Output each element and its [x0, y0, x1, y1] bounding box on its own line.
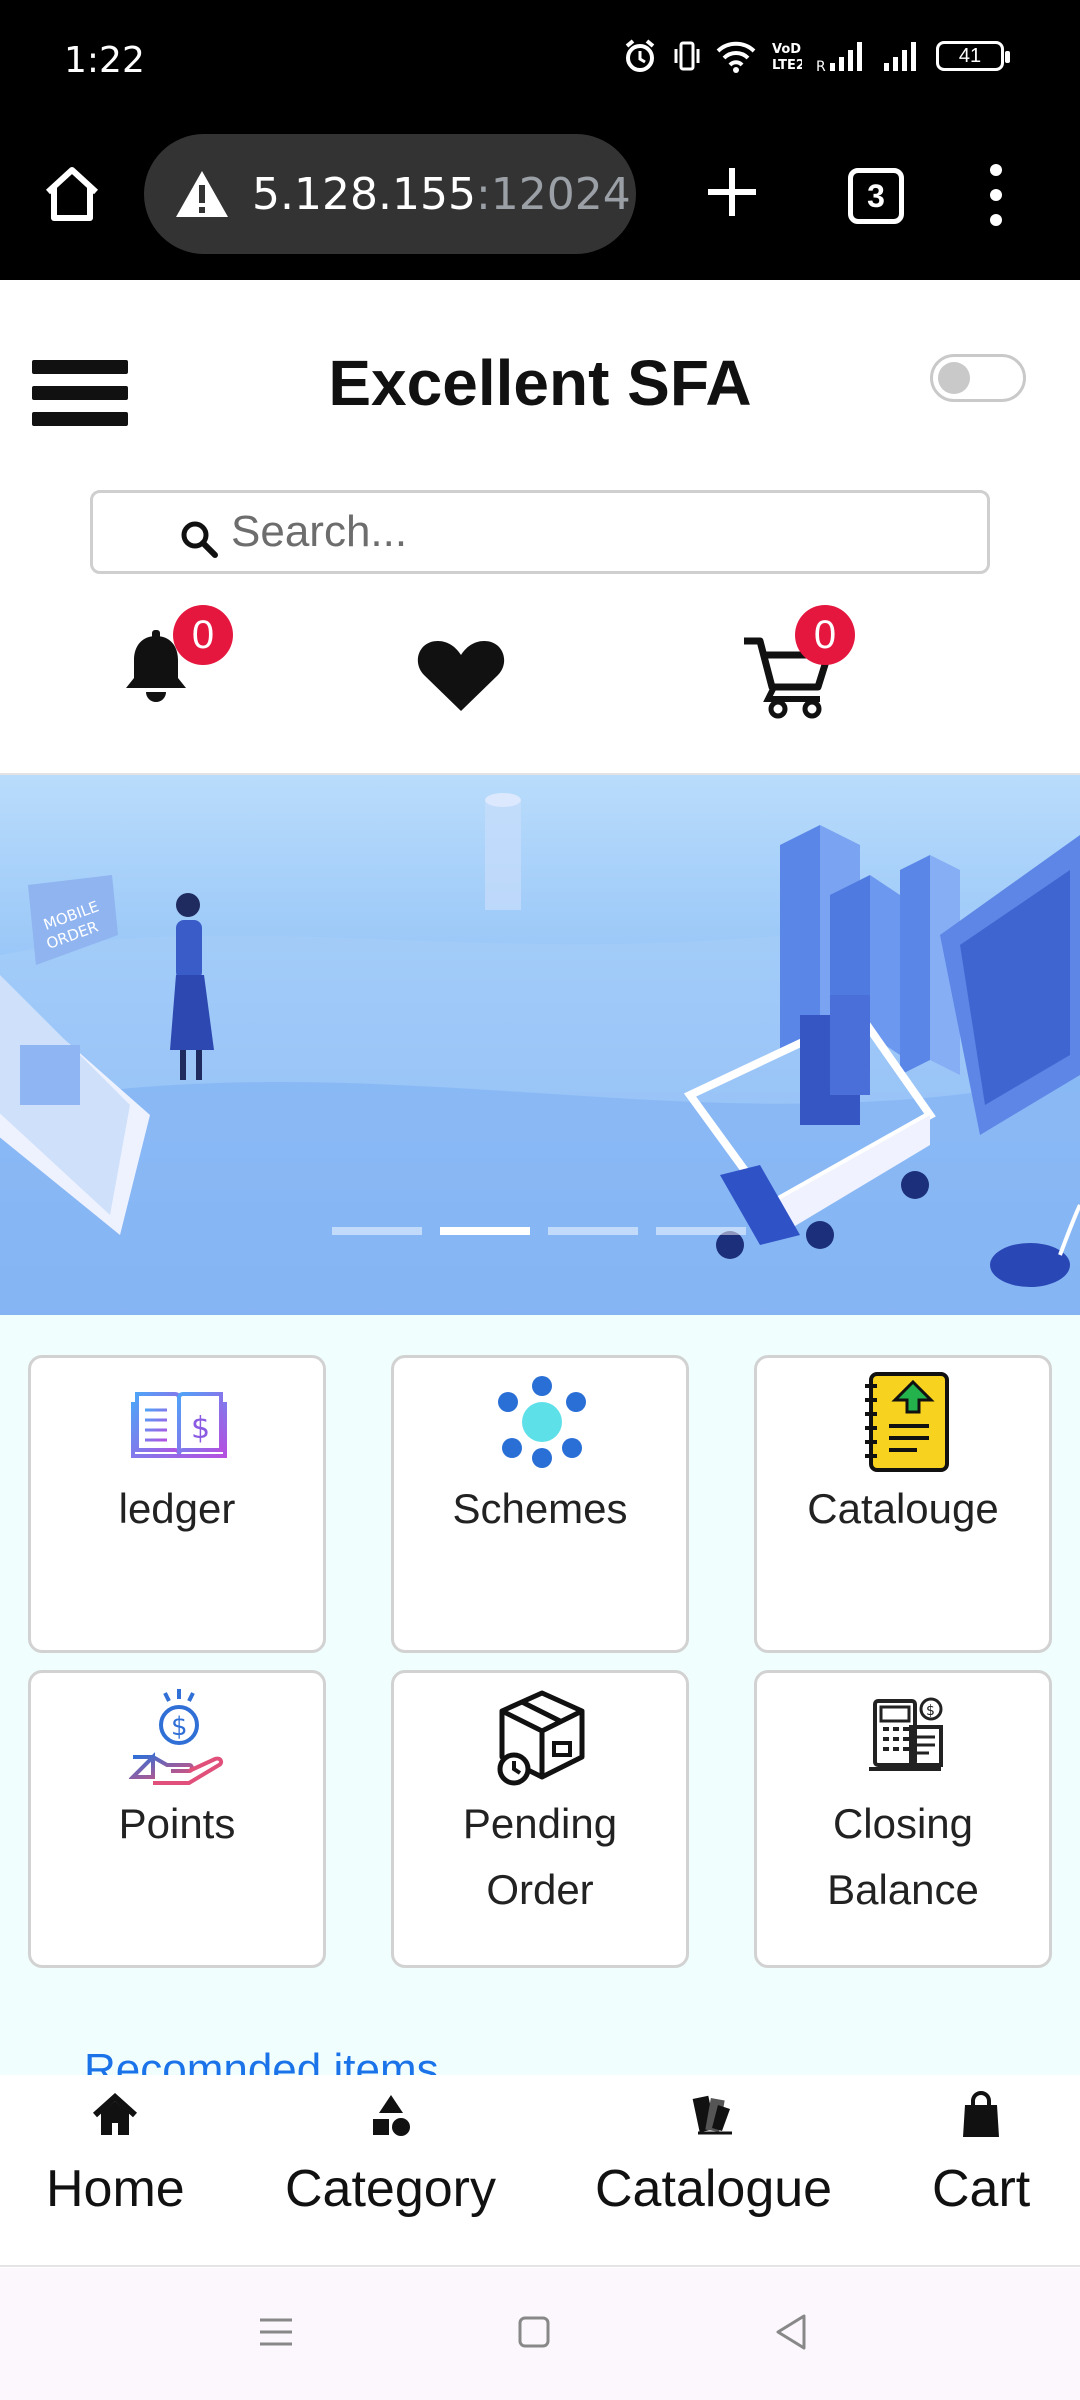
svg-text:$: $ — [926, 1703, 935, 1719]
browser-toolbar: 5.128.155:12024 3 — [0, 120, 1080, 280]
closing-balance-register-icon: $ — [869, 1697, 943, 1771]
status-bar: 1:22 VoD LTE2 R 41 — [0, 0, 1080, 120]
promo-banner-carousel[interactable]: MOBILE ORDER — [0, 775, 1080, 1315]
signal-1-icon: R — [816, 42, 862, 73]
nav-label: Home — [46, 2160, 185, 2218]
nav-category[interactable]: Category — [285, 2091, 496, 2219]
catalogue-icon — [692, 2095, 732, 2135]
nav-label: Catalogue — [595, 2160, 833, 2218]
feature-grid: $ ledger Schemes Catalouge $ Points Pend… — [0, 1315, 1080, 2094]
cart-count-badge: 0 — [795, 605, 855, 665]
shopping-bag-icon — [963, 2091, 1000, 2137]
recents-menu-icon[interactable] — [252, 2308, 300, 2356]
status-time: 1:22 — [64, 40, 145, 81]
theme-toggle[interactable] — [930, 354, 1026, 402]
new-tab-icon[interactable] — [700, 160, 764, 224]
toggle-knob — [938, 362, 970, 394]
bottom-navigation: Home Category Catalogue Cart — [0, 2075, 1080, 2267]
svg-text:R: R — [816, 59, 826, 73]
tile-label: Closing Balance — [757, 1791, 1049, 1923]
alarm-icon — [625, 39, 655, 72]
category-shapes-icon — [372, 2095, 410, 2136]
browser-home-icon[interactable] — [40, 162, 104, 226]
signal-2-icon — [884, 42, 916, 71]
nav-catalogue[interactable]: Catalogue — [595, 2091, 832, 2219]
tile-label: Catalouge — [807, 1485, 999, 1532]
search-icon — [181, 521, 218, 558]
svg-text:VoD: VoD — [772, 42, 801, 57]
quick-icons-row: 0 0 — [0, 605, 1080, 725]
catalogue-notebook-icon — [865, 1372, 949, 1472]
carousel-dot[interactable] — [548, 1227, 638, 1235]
wishlist-heart-icon[interactable] — [416, 635, 506, 715]
tile-label-line2: Order — [486, 1866, 594, 1913]
svg-text:$: $ — [191, 1411, 210, 1446]
tile-label-line2: Balance — [827, 1866, 979, 1913]
tab-switcher-button[interactable]: 3 — [848, 168, 904, 224]
carousel-dot-active[interactable] — [440, 1227, 530, 1235]
schemes-network-icon — [498, 1376, 586, 1468]
nav-home[interactable]: Home — [46, 2091, 185, 2219]
volte-icon: VoDLTE2 — [772, 42, 802, 73]
ledger-book-icon: $ — [131, 1392, 227, 1458]
more-menu-icon[interactable] — [978, 160, 1014, 230]
search-input[interactable] — [231, 507, 931, 557]
url-host: 5.128.155 — [252, 168, 476, 220]
svg-text:LTE2: LTE2 — [772, 58, 802, 73]
tile-label: ledger — [118, 1485, 236, 1532]
system-home-icon[interactable] — [510, 2308, 558, 2356]
tile-pending-order[interactable]: Pending Order — [391, 1670, 689, 1968]
tile-label: Schemes — [452, 1485, 628, 1532]
pending-order-box-icon — [497, 1690, 585, 1786]
home-icon — [93, 2092, 138, 2135]
vibrate-icon — [674, 41, 700, 71]
address-bar[interactable]: 5.128.155:12024 — [144, 134, 636, 254]
warning-icon — [176, 171, 228, 217]
tile-label-line1: Pending — [462, 1800, 618, 1847]
tile-closing-balance[interactable]: $ Closing Balance — [754, 1670, 1052, 1968]
carousel-dot[interactable] — [332, 1227, 422, 1235]
points-coin-hand-icon: $ — [129, 1689, 224, 1785]
notification-count-badge: 0 — [173, 605, 233, 665]
nav-label: Category — [285, 2160, 496, 2218]
tile-schemes[interactable]: Schemes — [391, 1355, 689, 1653]
tile-label: Points — [118, 1800, 236, 1847]
system-back-icon[interactable] — [768, 2308, 816, 2356]
search-box[interactable] — [90, 490, 990, 574]
url-text: 5.128.155:12024 — [252, 169, 631, 220]
tile-label-line1: Closing — [832, 1800, 974, 1847]
wifi-icon — [716, 41, 756, 73]
app-header: Excellent SFA 0 0 — [0, 280, 1080, 775]
svg-text:$: $ — [171, 1712, 188, 1742]
status-icons: VoD LTE2 R 41 — [622, 38, 1010, 74]
url-port: :12024 — [475, 168, 631, 220]
tile-label: Pending Order — [394, 1791, 686, 1923]
carousel-indicators — [332, 1227, 746, 1235]
nav-label: Cart — [932, 2160, 1031, 2218]
tile-ledger[interactable]: $ ledger — [28, 1355, 326, 1653]
tile-catalouge[interactable]: Catalouge — [754, 1355, 1052, 1653]
tile-points[interactable]: $ Points — [28, 1670, 326, 1968]
nav-cart[interactable]: Cart — [932, 2091, 1030, 2219]
battery-indicator: 41 — [936, 41, 1010, 71]
system-navigation-bar — [0, 2268, 1080, 2400]
carousel-dot[interactable] — [656, 1227, 746, 1235]
app-title: Excellent SFA — [328, 347, 752, 419]
